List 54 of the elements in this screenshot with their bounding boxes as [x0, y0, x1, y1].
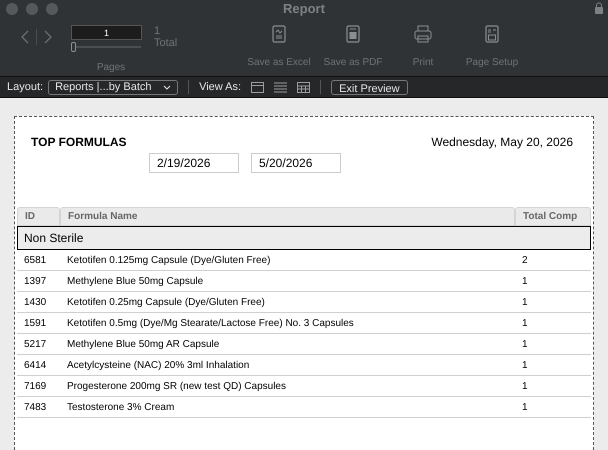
table-cell-text: 1 [521, 338, 529, 352]
pages-label: Pages [96, 61, 126, 75]
table-cell-text: 1 [521, 400, 529, 414]
start-date-field: 2/19/2026 [149, 153, 239, 173]
table-cell-text: 1397 [23, 274, 48, 288]
table-cell-text: 1 [521, 358, 529, 372]
lock-icon [594, 2, 604, 15]
table-cell-text: 2 [521, 254, 529, 268]
window-title: Report [283, 0, 325, 18]
document-icon [272, 25, 286, 43]
table-cell-text: 1 [521, 274, 529, 288]
table-cell-text: 1591 [23, 316, 48, 330]
column-header: ID [17, 207, 60, 226]
group-header: Non Sterile [17, 226, 591, 250]
table-cell-text: 1 [521, 296, 529, 310]
next-page-icon[interactable] [43, 29, 53, 45]
document-icon [346, 25, 360, 43]
table-cell-text: Ketotifen 0.125mg Capsule (Dye/Gluten Free) [66, 254, 272, 268]
printer-icon [414, 25, 432, 43]
table-cell-text: 7483 [23, 400, 48, 414]
form-view-icon[interactable] [251, 82, 264, 92]
table-cell-text: 1 [521, 316, 529, 330]
table-cell-text: Ketotifen 0.5mg (Dye/Mg Stearate/Lactose Free) No. 3 Capsules [66, 316, 355, 330]
column-header: Formula Name [60, 207, 515, 226]
slider-thumb[interactable] [71, 42, 76, 52]
exit-preview-button[interactable]: Exit Preview [331, 80, 408, 94]
table-cell-text: Acetylcysteine (NAC) 20% 3ml Inhalation [66, 358, 250, 372]
column-header: Total Comp [515, 207, 591, 226]
table-cell-text: 5217 [23, 338, 48, 352]
view-as-label: View As: [199, 80, 242, 95]
report-title: TOP FORMULAS [31, 134, 127, 151]
total-label: Total [154, 37, 178, 49]
page-setup-icon [485, 25, 499, 43]
table-cell-text: 6414 [23, 358, 48, 372]
end-date-field: 5/20/2026 [251, 153, 341, 173]
table-cell-text: Testosterone 3% Cream [66, 400, 176, 414]
previous-page-icon[interactable] [20, 29, 30, 45]
total-count: 1 [154, 25, 162, 37]
table-cell-text: Ketotifen 0.25mg Capsule (Dye/Gluten Free) [66, 296, 266, 310]
layout-dropdown[interactable]: Reports |...by Batch [48, 80, 178, 94]
table-cell-text: Methylene Blue 50mg AR Capsule [66, 338, 220, 352]
table-view-icon[interactable] [297, 82, 310, 92]
layout-label: Layout: [7, 80, 44, 95]
report-date: Wednesday, May 20, 2026 [431, 134, 573, 151]
table-cell-text: 6581 [23, 254, 48, 268]
page-slider[interactable] [71, 42, 141, 52]
page-number-field[interactable]: 1 [71, 25, 142, 40]
table-cell-text: Methylene Blue 50mg Capsule [66, 274, 204, 288]
table-cell-text: 1430 [23, 296, 48, 310]
table-cell-text: Progesterone 200mg SR (new test QD) Capsules [66, 380, 287, 394]
list-view-icon[interactable] [274, 82, 288, 92]
table-cell-text: 7169 [23, 380, 48, 394]
chevron-down-icon [163, 84, 172, 90]
table-cell-text: 1 [521, 380, 529, 394]
